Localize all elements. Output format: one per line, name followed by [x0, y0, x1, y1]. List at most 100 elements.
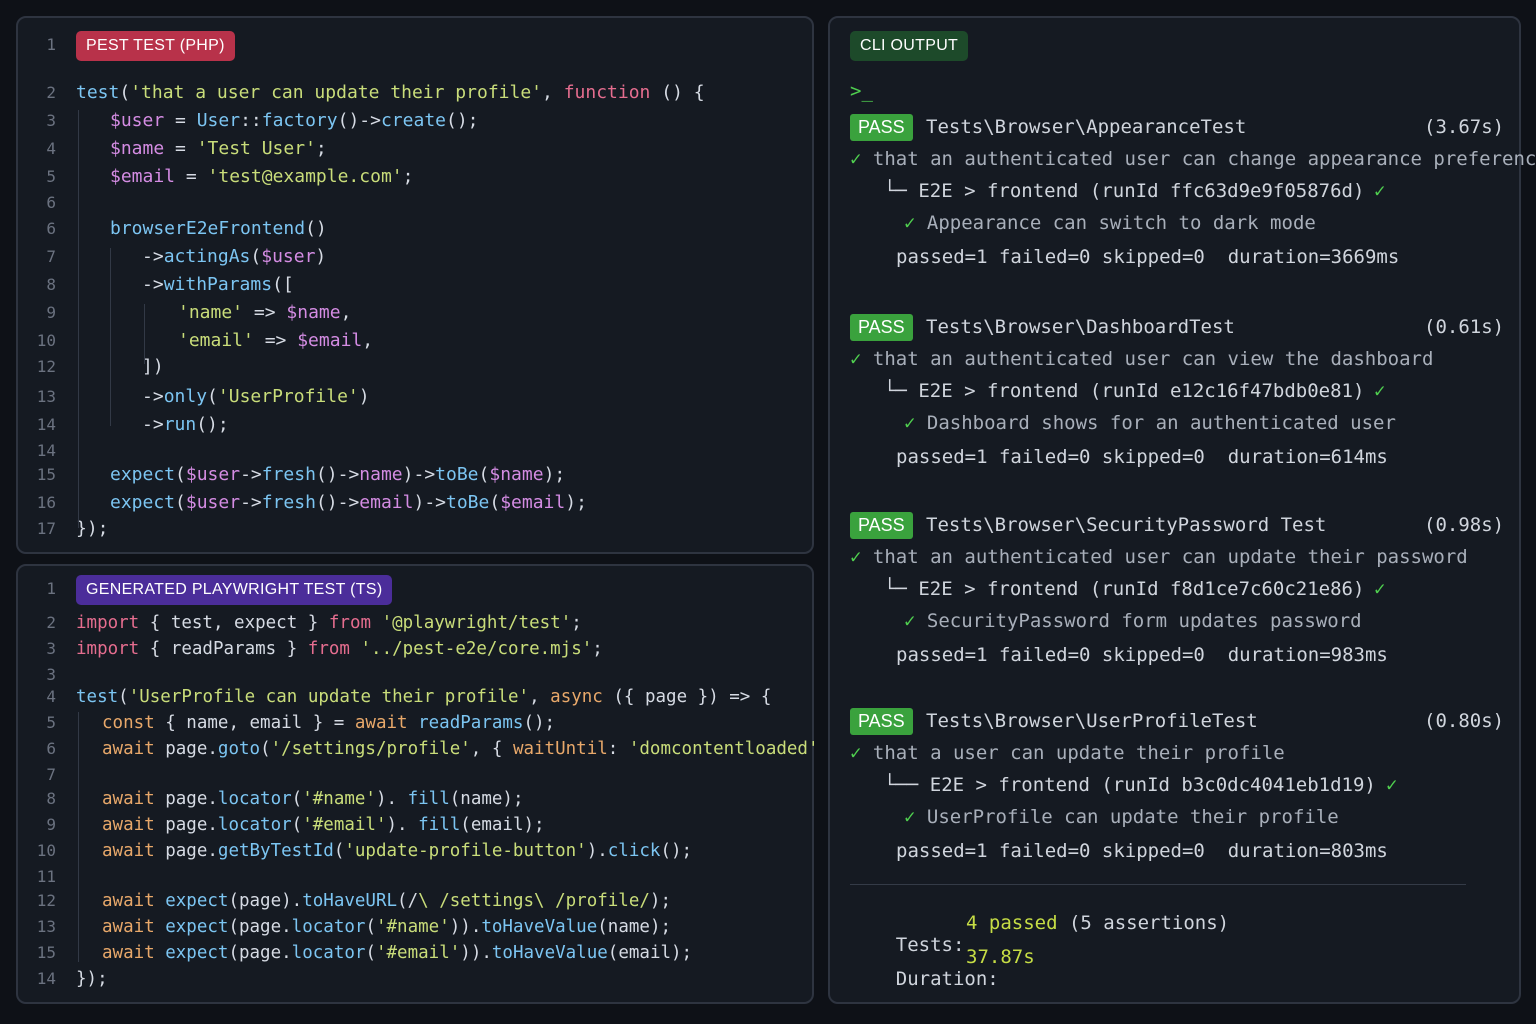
cli-output-badge: CLI OUTPUT [850, 31, 969, 61]
code-token: run [163, 414, 197, 435]
code-token: await [102, 789, 155, 809]
code-line: 4 test('UserProfile can update their prof… [18, 684, 808, 710]
code-token: locator [291, 917, 366, 937]
code-token: ; [592, 639, 603, 659]
code-token: goto [217, 739, 261, 759]
code-token: ( [333, 841, 345, 861]
line-number: 11 [36, 867, 56, 886]
code-token: }); [76, 518, 109, 539]
code-token: '../pest-e2e/core.mjs' [360, 639, 593, 659]
code-token: ( [175, 464, 186, 485]
line-number: 14 [36, 415, 56, 434]
code-token: from [307, 639, 350, 659]
summary-duration-label: Duration: [895, 968, 999, 990]
line-number: 15 [36, 465, 56, 484]
code-token: ( [250, 246, 262, 267]
code-token: withParams [163, 274, 273, 295]
code-token: (email); [460, 815, 545, 835]
code-token: locator [217, 815, 292, 835]
cli-prompt: >_ [850, 80, 873, 102]
code-token: , [340, 302, 352, 323]
code-line: 3 import { readParams } from '../pest-e2e… [18, 636, 808, 662]
branch-check-icon: ✓ [1374, 578, 1386, 600]
code-text: await page.getByTestId('update-profile-b… [102, 838, 692, 864]
code-text: $user = User::factory()->create(); [110, 108, 479, 134]
line-number: 2 [46, 83, 56, 102]
code-line: 15 expect($user->fresh()->name)->toBe($na… [18, 462, 808, 488]
code-line: 14 ->run(); [18, 412, 808, 438]
code-text: await expect(page.locator('#name')).toHa… [102, 914, 671, 940]
code-token: , [529, 687, 551, 707]
code-line: 5 const { name, email } = await readParam… [18, 710, 808, 736]
code-line: 4 $name = 'Test User'; [18, 136, 808, 162]
line-number: 1 [46, 579, 56, 598]
code-token: ); [543, 464, 566, 485]
code-token: )-> [413, 492, 446, 513]
code-line: 8 ->withParams([ [18, 272, 808, 298]
code-line: 1 [18, 576, 808, 602]
code-token: \ /settings\ /profile/ [418, 891, 650, 911]
code-line: 2 import { test, expect } from '@playwrig… [18, 610, 808, 636]
code-token: ()-> [315, 492, 360, 513]
code-line: 3 $user = User::factory()->create(); [18, 108, 808, 134]
pass-badge: PASS [850, 512, 913, 539]
code-text: 'email' => $email, [178, 328, 373, 354]
test-duration: (0.98s) [1424, 514, 1505, 536]
test-description: ✓ that an authenticated user can view th… [850, 348, 1433, 370]
line-number: 7 [46, 247, 56, 266]
test-branch: └─ E2E > frontend (runId e12c16f47bdb0e8… [884, 380, 1365, 402]
code-token: browserE2eFrontend [110, 218, 306, 239]
code-token: ( [260, 739, 271, 759]
code-text: 'name' => $name, [178, 300, 351, 326]
code-token: $name [489, 464, 544, 485]
code-token: expect [165, 917, 229, 937]
test-branch: └─ E2E > frontend (runId f8d1ce7c60c21e8… [884, 578, 1365, 600]
summary-tests-values: 4 passed (5 assertions) [966, 912, 1229, 934]
code-line: 14 [18, 438, 808, 464]
code-token: 'Test User' [196, 138, 316, 159]
code-token: '/settings/profile' [270, 739, 471, 759]
code-token: '#name' [375, 917, 450, 937]
code-token: $user [261, 246, 316, 267]
code-token: test [76, 82, 120, 103]
test-stats: passed=1 failed=0 skipped=0 duration=803… [896, 840, 1388, 862]
code-token: () [305, 218, 327, 239]
code-token: readParams [418, 713, 524, 733]
line-number: 4 [46, 687, 56, 706]
code-text: $email = 'test@example.com'; [110, 164, 413, 190]
code-line: 6 browserE2eFrontend() [18, 216, 808, 242]
code-token: 'test@example.com' [207, 166, 403, 187]
line-number: 8 [46, 789, 56, 808]
sub-test-result: ✓ SecurityPassword form updates password [904, 610, 1362, 632]
code-line: 15 await expect(page.locator('#email')).t… [18, 940, 808, 966]
test-class-name: Tests\Browser\DashboardTest [926, 316, 1235, 338]
result-text: UserProfile can update their profile [915, 806, 1339, 828]
code-token: ( [119, 82, 131, 103]
summary-divider [850, 884, 1466, 885]
summary-tests-extra: (5 assertions) [1068, 912, 1230, 934]
test-stats: passed=1 failed=0 skipped=0 duration=983… [896, 644, 1388, 666]
code-token: ). [386, 815, 419, 835]
code-token: $email [500, 492, 566, 513]
code-token: , [362, 330, 374, 351]
line-number: 15 [36, 943, 56, 962]
code-token: -> [240, 492, 262, 513]
test-duration: (3.67s) [1424, 116, 1505, 138]
line-number: 4 [46, 139, 56, 158]
code-line: 1 [18, 32, 808, 58]
result-text: Dashboard shows for an authenticated use… [915, 412, 1396, 434]
code-token: fill [418, 815, 461, 835]
code-token: page. [154, 739, 218, 759]
code-text: $name = 'Test User'; [110, 136, 327, 162]
code-token: $user [185, 492, 241, 513]
code-token: (page. [228, 917, 292, 937]
code-text: expect($user->fresh()->name)->toBe($name… [110, 462, 565, 488]
code-line: 13 ->only('UserProfile') [18, 384, 808, 410]
test-class-name: Tests\Browser\SecurityPassword Test [926, 514, 1327, 536]
branch-check-icon: ✓ [1374, 180, 1386, 202]
line-number: 8 [46, 275, 56, 294]
line-number: 1 [46, 35, 56, 54]
